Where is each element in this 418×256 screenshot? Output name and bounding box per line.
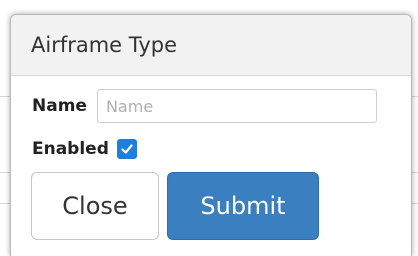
enabled-checkbox[interactable] bbox=[116, 139, 137, 159]
name-input[interactable] bbox=[96, 89, 377, 123]
dialog-title: Airframe Type bbox=[31, 33, 178, 57]
checkmark-icon bbox=[121, 144, 133, 154]
airframe-type-dialog: Airframe Type Name Enabled Close Submit bbox=[10, 14, 412, 256]
name-label: Name bbox=[32, 96, 87, 116]
name-row: Name bbox=[32, 89, 377, 123]
enabled-label: Enabled bbox=[32, 139, 109, 159]
dialog-actions: Close Submit bbox=[31, 172, 319, 240]
dialog-header: Airframe Type bbox=[11, 15, 411, 76]
submit-button[interactable]: Submit bbox=[167, 172, 319, 240]
enabled-row: Enabled bbox=[32, 139, 137, 159]
close-button[interactable]: Close bbox=[31, 172, 159, 240]
